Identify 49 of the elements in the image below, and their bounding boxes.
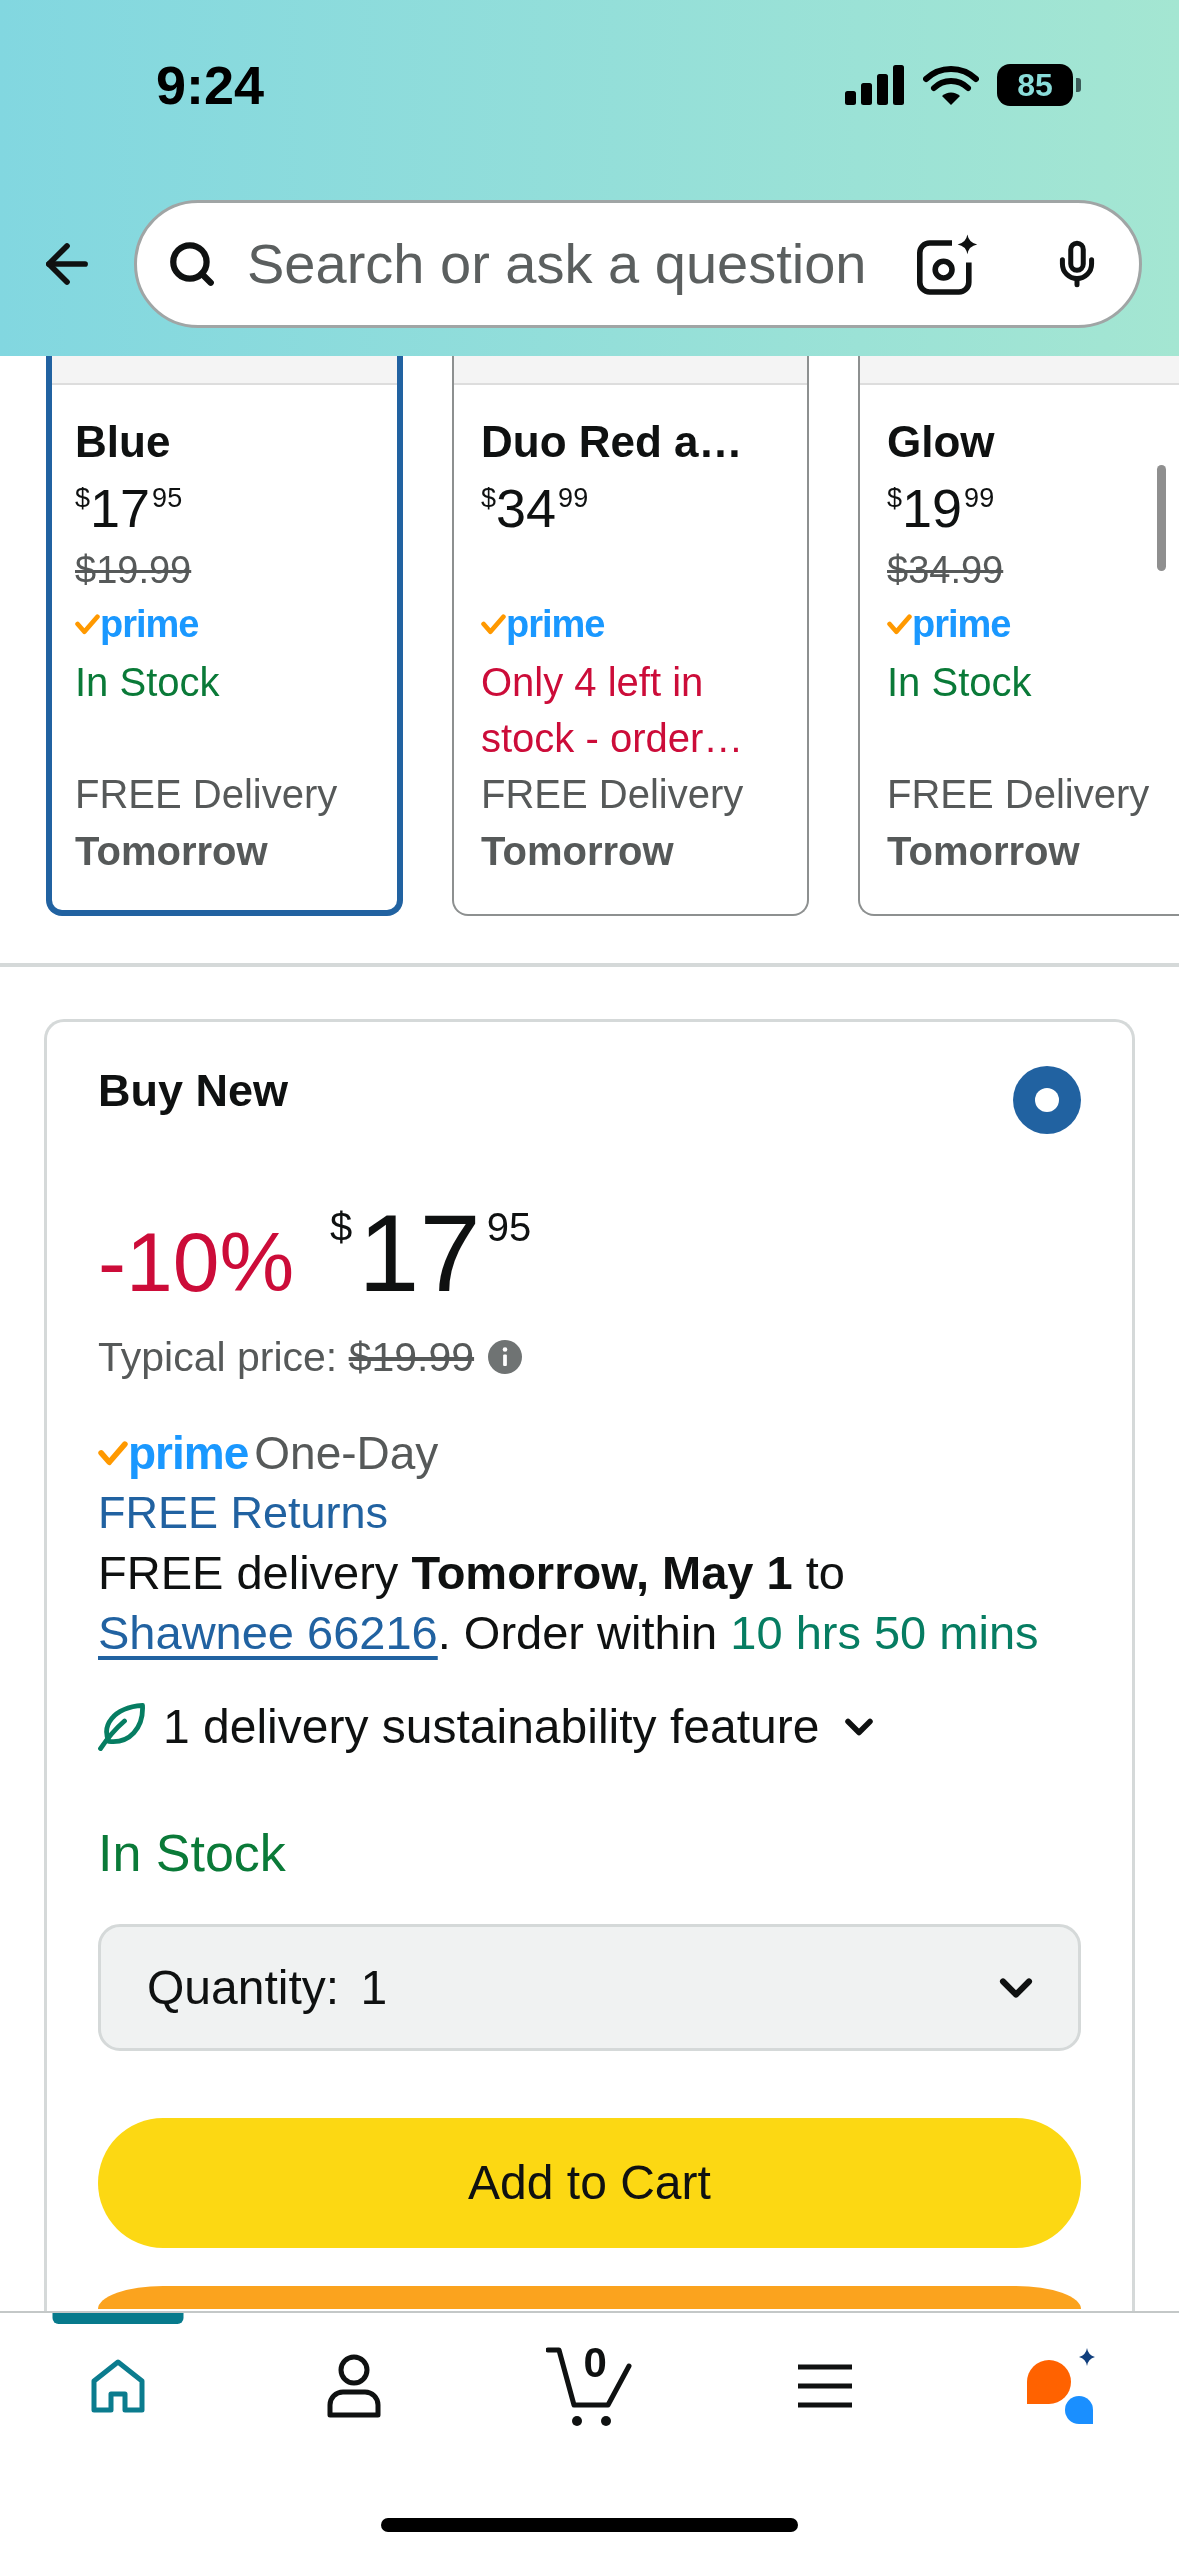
checkmark-icon <box>481 613 506 635</box>
delivery-day: Tomorrow <box>481 829 674 873</box>
checkmark-icon <box>75 613 100 635</box>
search-icon <box>167 239 217 289</box>
battery-indicator: 85 <box>997 64 1081 106</box>
signal-icon <box>845 65 905 105</box>
checkmark-icon <box>98 1440 128 1466</box>
variant-name: Blue <box>75 417 171 466</box>
location-link[interactable]: Shawnee 66216 <box>98 1606 438 1659</box>
delivery-label: FREE Delivery <box>481 772 744 816</box>
delivery-speed: One-Day <box>254 1426 439 1481</box>
cart-tab[interactable]: 0 <box>471 2313 708 2459</box>
quantity-dropdown[interactable]: Quantity: 1 <box>98 1924 1081 2051</box>
person-icon <box>326 2354 381 2418</box>
sustainability-toggle[interactable]: 1 delivery sustainability feature <box>98 1697 882 1757</box>
availability-status: Only 4 left in stock - order… <box>481 659 745 762</box>
add-to-cart-button[interactable]: Add to Cart <box>98 2118 1081 2248</box>
variant-name: Duo Red a… <box>481 417 743 466</box>
prime-label: prime <box>506 602 605 647</box>
prime-label: prime <box>912 602 1011 647</box>
status-time: 9:24 <box>156 58 265 112</box>
menu-icon <box>796 2364 855 2408</box>
leaf-icon <box>98 1703 145 1751</box>
typical-price: Typical price: $19.99 <box>98 1333 475 1382</box>
delivery-day: Tomorrow <box>887 829 1080 873</box>
wifi-icon <box>923 64 979 106</box>
availability-status: In Stock <box>75 659 221 706</box>
variant-name: Glow <box>887 417 995 466</box>
availability-status: In Stock <box>98 1824 286 1882</box>
home-icon <box>89 2359 146 2413</box>
cart-count: 0 <box>583 2342 607 2384</box>
chat-sparkle-icon <box>1027 2348 1096 2424</box>
prime-label: prime <box>100 602 199 647</box>
discount-percent: -10% <box>98 1215 295 1309</box>
delivery-day: Tomorrow <box>75 829 268 873</box>
buy-option-title: Buy New <box>98 1064 289 1118</box>
list-price: $34.99 <box>887 549 1004 591</box>
checkmark-icon <box>887 613 912 635</box>
info-icon[interactable] <box>488 1340 523 1374</box>
search-input[interactable]: Search or ask a question <box>247 228 917 300</box>
delivery-info: FREE delivery Tomorrow, May 1 to Shawnee 66216. Order within 10 hrs 50 mins <box>98 1545 1040 1661</box>
free-returns-link[interactable]: FREE Returns <box>98 1487 389 1538</box>
prime-label: prime <box>128 1426 249 1481</box>
delivery-label: FREE Delivery <box>887 772 1150 816</box>
availability-status: In Stock <box>887 659 1033 706</box>
list-price: $19.99 <box>75 549 192 591</box>
camera-sparkle-icon[interactable] <box>917 233 980 295</box>
search-field[interactable]: Search or ask a question <box>134 200 1142 328</box>
delivery-label: FREE Delivery <box>75 772 338 816</box>
